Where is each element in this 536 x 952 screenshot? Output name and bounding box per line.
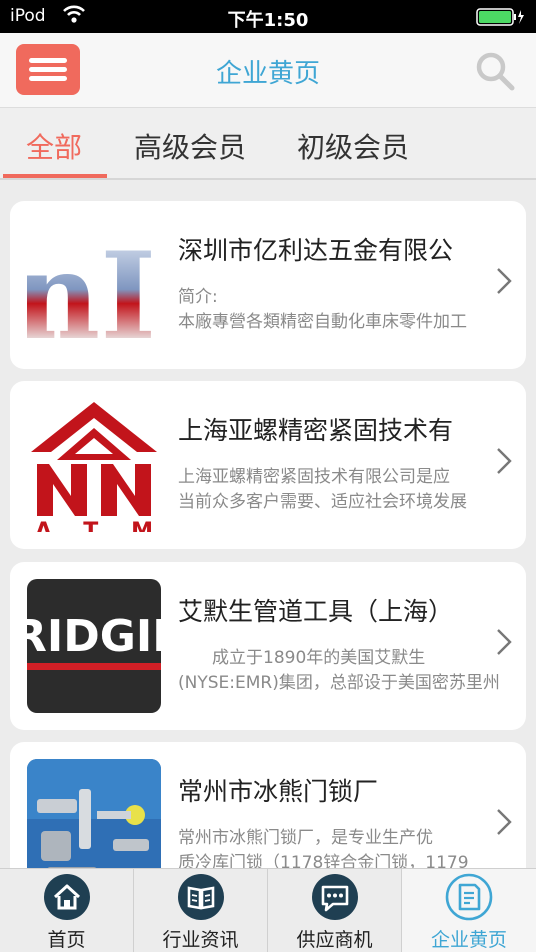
clock: 下午1:50	[227, 10, 309, 31]
company-description: 简介: 本廠專營各類精密自動化車床零件加工	[178, 285, 500, 335]
company-name: 常州市冰熊门锁厂	[178, 777, 379, 806]
nav-industry-news[interactable]: 行业资讯	[134, 869, 268, 952]
description-line: 当前众多客户需要、适应社会环境发展	[178, 492, 467, 512]
company-card[interactable]: RIDGID 艾默生管道工具（上海） 成立于1890年的美国艾默生 (NYSE:…	[10, 562, 526, 730]
nav-home[interactable]: 首页	[0, 869, 134, 952]
description-line: 上海亚螺精密紧固技术有限公司是应	[178, 467, 450, 487]
company-name: 艾默生管道工具（上海）	[178, 597, 454, 626]
home-icon	[44, 874, 90, 920]
description-line: 常州市冰熊门锁厂，是专业生产优	[178, 828, 433, 848]
company-card[interactable]: nIc 深圳市亿利达五金有限公 简介: 本廠專營各類精密自動化車床零件加工	[10, 201, 526, 369]
status-bar: iPod 下午1:50	[0, 0, 536, 33]
company-description: 成立于1890年的美国艾默生 (NYSE:EMR)集团，总部设于美国密苏里州	[178, 646, 500, 696]
tab-all[interactable]: 全部	[26, 126, 82, 166]
tab-basic-members[interactable]: 初级会员	[297, 126, 409, 166]
chevron-right-icon	[497, 268, 512, 294]
chat-icon	[312, 874, 358, 920]
svg-text:nIc: nIc	[27, 226, 161, 352]
document-icon	[445, 873, 493, 921]
chevron-right-icon	[497, 809, 512, 835]
chevron-right-icon	[497, 629, 512, 655]
nav-label: 供应商机	[296, 929, 373, 951]
nav-label: 首页	[47, 929, 86, 951]
svg-text:RIDGID: RIDGID	[27, 611, 161, 662]
company-name: 深圳市亿利达五金有限公	[178, 236, 454, 265]
battery-icon	[476, 8, 524, 26]
description-line: 本廠專營各類精密自動化車床零件加工	[178, 312, 467, 332]
book-icon	[178, 874, 224, 920]
description-line: 简介:	[178, 287, 218, 307]
category-tabs: 全部 高级会员 初级会员	[0, 108, 536, 180]
active-tab-indicator	[3, 174, 107, 178]
company-logo: RIDGID	[27, 579, 161, 713]
nav-label: 行业资讯	[162, 929, 239, 951]
nav-yellow-pages[interactable]: 企业黄页	[402, 869, 536, 952]
search-icon[interactable]	[474, 50, 516, 92]
nav-supply-opportunities[interactable]: 供应商机	[268, 869, 402, 952]
nav-label: 企业黄页	[430, 929, 507, 951]
company-name: 上海亚螺精密紧固技术有	[178, 416, 454, 445]
company-card[interactable]: ATM 上海亚螺精密紧固技术有 上海亚螺精密紧固技术有限公司是应 当前众多客户需…	[10, 381, 526, 549]
chevron-right-icon	[497, 448, 512, 474]
description-line: (NYSE:EMR)集团，总部设于美国密苏里州	[178, 673, 500, 693]
company-description: 上海亚螺精密紧固技术有限公司是应 当前众多客户需要、适应社会环境发展	[178, 465, 500, 515]
app-header: 企业黄页	[0, 33, 536, 108]
company-logo: nIc	[27, 218, 161, 352]
description-line: 成立于1890年的美国艾默生	[178, 648, 426, 668]
page-title: 企业黄页	[215, 59, 320, 89]
bottom-navigation: 首页 行业资讯 供应商机 企业黄页	[0, 868, 536, 952]
company-logo: ATM	[27, 398, 161, 532]
tab-premium-members[interactable]: 高级会员	[134, 126, 246, 166]
